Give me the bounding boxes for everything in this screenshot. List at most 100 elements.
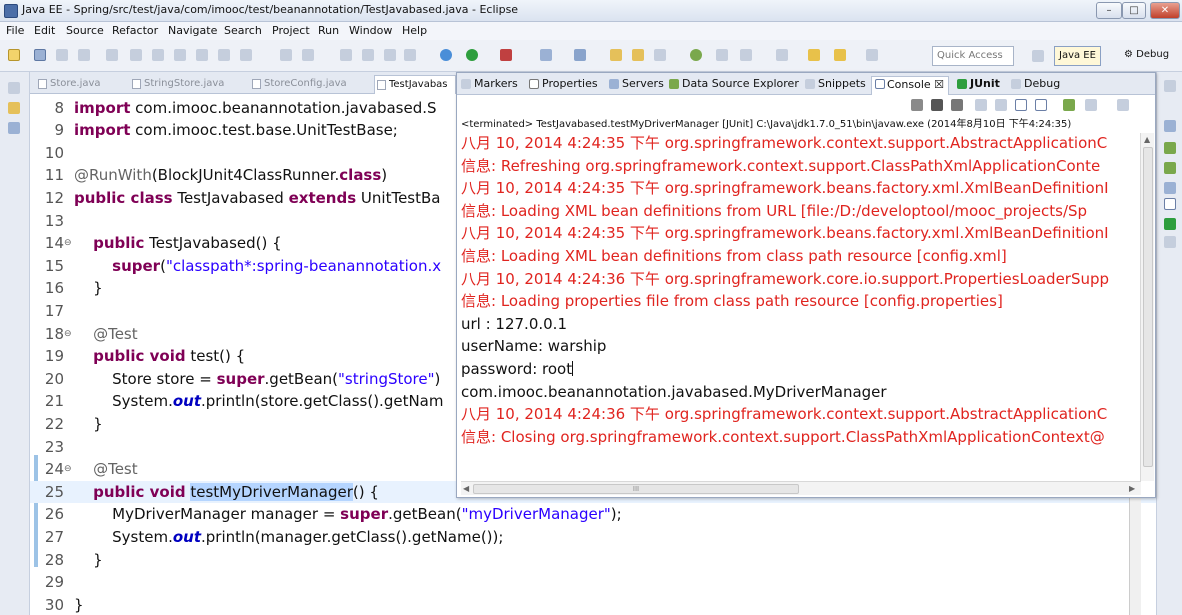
web-browser-icon[interactable] [690,49,702,61]
perspective-debug[interactable]: ⚙ Debug [1120,46,1173,66]
menu-edit[interactable]: Edit [34,24,55,37]
menu-file[interactable]: File [6,24,24,37]
scroll-left-arrow-icon[interactable]: ◀ [463,484,469,493]
hierarchy-icon[interactable] [1164,162,1176,174]
menu-source[interactable]: Source [66,24,104,37]
tab-snippets[interactable]: Snippets [805,77,866,90]
new-file-icon[interactable] [8,49,20,61]
save-all-icon[interactable] [56,49,68,61]
display-selected-console-icon[interactable] [1085,99,1097,111]
maximize-button[interactable]: □ [1122,2,1146,19]
project-explorer-icon[interactable] [8,102,20,114]
server-icon[interactable] [340,49,352,61]
tab-junit[interactable]: JUnit [957,77,1000,90]
restore-icon[interactable] [8,82,20,94]
open-console-icon[interactable] [1117,99,1129,111]
quick-access-input[interactable]: Quick Access [932,46,1014,66]
new-class-icon[interactable] [574,49,586,61]
open-perspective-icon[interactable] [1032,50,1044,62]
code-line[interactable]: 29 [30,571,1156,594]
tab-data-source-explorer[interactable]: Data Source Explorer [669,77,799,90]
search-icon[interactable] [654,49,666,61]
debug-view-icon[interactable] [1164,236,1176,248]
pin-editor-icon[interactable] [866,49,878,61]
step-over-icon[interactable] [218,49,230,61]
console-view-icon[interactable] [1164,198,1176,210]
editor-vertical-scrollbar[interactable] [1129,497,1141,615]
junit-view-icon[interactable] [1164,218,1176,230]
tab-markers[interactable]: Markers [461,77,518,90]
annotation-next-icon[interactable] [716,49,728,61]
menu-search[interactable]: Search [224,24,262,37]
token: .getBean( [388,505,462,524]
code-line[interactable]: 28 } [30,549,1156,572]
step-return-icon[interactable] [240,49,252,61]
forward-icon[interactable] [834,49,846,61]
menu-window[interactable]: Window [349,24,392,37]
run-icon[interactable] [466,49,478,61]
debug-run-icon[interactable] [440,49,452,61]
menu-refactor[interactable]: Refactor [112,24,158,37]
menu-run[interactable]: Run [318,24,339,37]
tab-label: StoreConfig.java [264,78,347,89]
console-horizontal-scrollbar[interactable]: ◀ III ▶ [461,481,1141,495]
maximize-icon[interactable] [1164,80,1176,92]
scroll-thumb[interactable] [1143,147,1153,467]
fold-toggle-icon[interactable]: ⊖ [64,458,72,480]
save-icon[interactable] [34,49,46,61]
fold-toggle-icon[interactable]: ⊖ [64,232,72,254]
fold-toggle-icon[interactable]: ⊖ [64,323,72,345]
terminate-icon[interactable] [174,49,186,61]
open-folder-icon[interactable] [610,49,622,61]
tab-console[interactable]: Console ☒ [871,76,950,95]
close-window-button[interactable]: ✕ [1150,2,1180,19]
tab-testjavabased-java[interactable]: TestJavabas [374,75,456,94]
print-icon[interactable] [78,49,90,61]
tab-storeconfig-java[interactable]: StoreConfig.java [250,75,347,94]
task-list-icon[interactable] [1164,120,1176,132]
tab-properties[interactable]: Properties [529,77,598,90]
toggle-breakpoint-icon[interactable] [106,49,118,61]
step-into-icon[interactable] [196,49,208,61]
scroll-lock-icon[interactable] [995,99,1007,111]
scroll-up-arrow-icon[interactable]: ▲ [1144,135,1150,144]
scroll-thumb[interactable]: III [473,484,799,494]
code-line[interactable]: 30} [30,594,1156,615]
clear-console-icon[interactable] [975,99,987,111]
show-console-icon[interactable] [1035,99,1047,111]
tab-store-java[interactable]: Store.java [36,75,101,94]
code-line[interactable]: 27 System.out.println(manager.getClass()… [30,526,1156,549]
last-edit-icon[interactable] [776,49,788,61]
tab-servers[interactable]: Servers [609,77,664,90]
annotation-prev-icon[interactable] [740,49,752,61]
resume-icon[interactable] [130,49,142,61]
outline-icon[interactable] [8,122,20,134]
perspective-java-ee[interactable]: Java EE [1054,46,1101,66]
package-icon[interactable] [1164,142,1176,154]
menu-navigate[interactable]: Navigate [168,24,217,37]
open-project-icon[interactable] [632,49,644,61]
scroll-right-arrow-icon[interactable]: ▶ [1129,484,1135,493]
code-line[interactable]: 26 MyDriverManager manager = super.getBe… [30,503,1156,526]
new-java-project-icon[interactable] [540,49,552,61]
terminate-console-icon[interactable] [911,99,923,111]
remove-all-terminated-icon[interactable] [951,99,963,111]
outline-view-icon[interactable] [1164,182,1176,194]
tab-debug[interactable]: Debug [1011,77,1060,90]
menu-project[interactable]: Project [272,24,310,37]
back-icon[interactable] [808,49,820,61]
publish-icon[interactable] [362,49,374,61]
open-type-icon[interactable] [404,49,416,61]
suspend-icon[interactable] [152,49,164,61]
console-vertical-scrollbar[interactable]: ▲ [1140,133,1154,481]
tab-stringstore-java[interactable]: StringStore.java [130,75,224,94]
use-step-filters-icon[interactable] [302,49,314,61]
menu-help[interactable]: Help [402,24,427,37]
drop-to-frame-icon[interactable] [280,49,292,61]
open-task-icon[interactable] [384,49,396,61]
word-wrap-icon[interactable] [1015,99,1027,111]
pin-console-icon[interactable] [1063,99,1075,111]
external-tools-icon[interactable] [500,49,512,61]
remove-launch-icon[interactable] [931,99,943,111]
minimize-button[interactable]: – [1096,2,1122,19]
